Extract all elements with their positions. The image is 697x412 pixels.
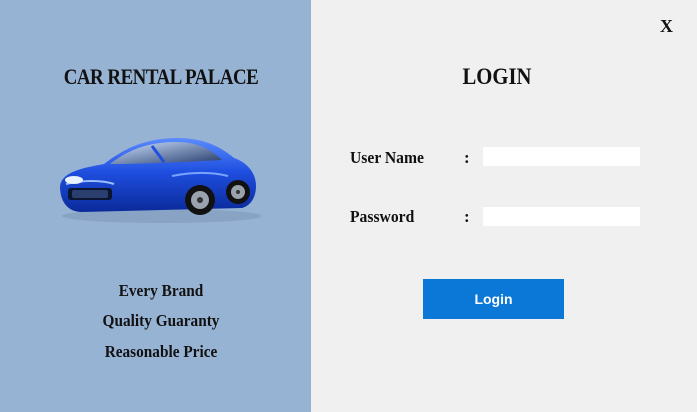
username-field[interactable] xyxy=(483,147,640,166)
brand-title: CAR RENTAL PALACE xyxy=(63,64,259,89)
feature-every-brand: Every Brand xyxy=(118,281,204,300)
brand-panel: CAR RENTAL PALACE Every Brand Quality Gu… xyxy=(0,0,311,412)
feature-quality-guaranty: Quality Guaranty xyxy=(102,311,220,330)
password-label: Password xyxy=(350,207,415,226)
login-button[interactable]: Login xyxy=(423,279,564,319)
password-field[interactable] xyxy=(483,207,640,226)
login-panel xyxy=(311,0,697,412)
close-button[interactable]: X xyxy=(660,16,673,37)
login-title: LOGIN xyxy=(462,64,532,89)
feature-reasonable-price: Reasonable Price xyxy=(104,342,218,361)
username-label: User Name xyxy=(350,148,424,167)
car-icon xyxy=(60,138,262,223)
password-colon: : xyxy=(464,207,470,226)
username-colon: : xyxy=(464,148,470,167)
